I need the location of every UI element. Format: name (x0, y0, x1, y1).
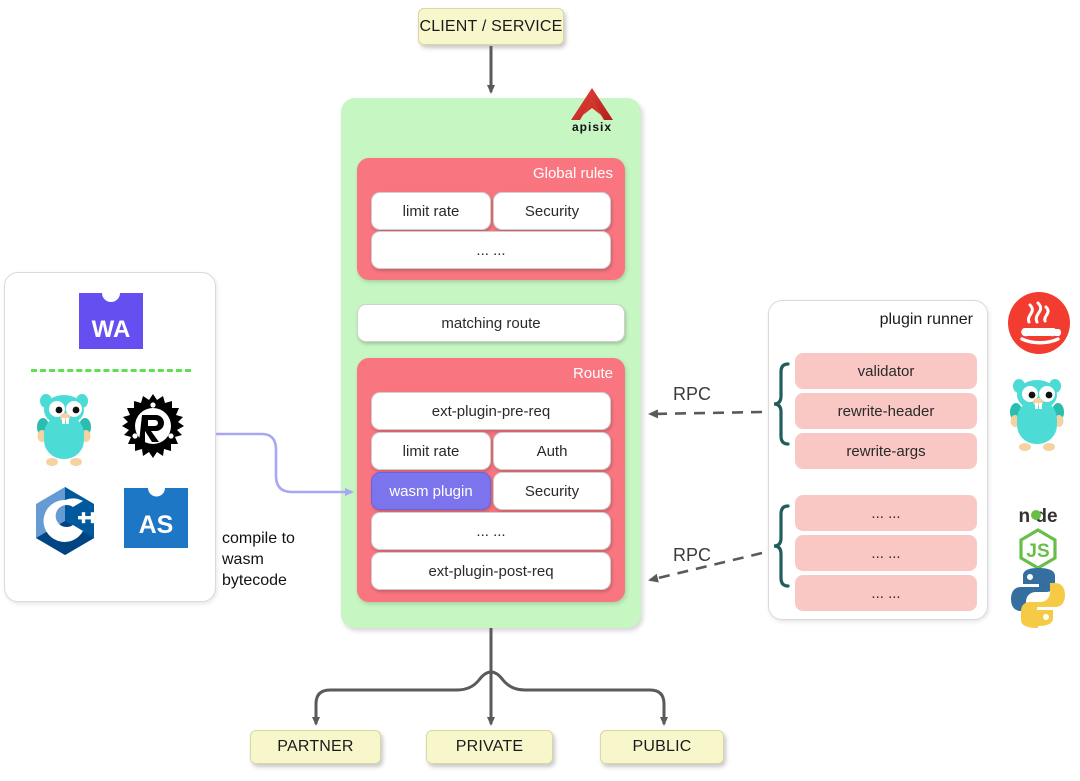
plugin-label: ext-plugin-pre-req (431, 402, 551, 420)
plugin-label: ... ... (871, 504, 901, 522)
plugin-label: validator (857, 362, 915, 380)
cpp-logo (31, 485, 99, 557)
global-rules-group: Global rules limit rate Security ... ... (357, 158, 625, 280)
svg-text:AS: AS (139, 511, 174, 539)
plugin-label: ... ... (476, 522, 506, 540)
runner-plugin-more-2[interactable]: ... ... (795, 535, 977, 571)
plugin-label: ... ... (476, 241, 506, 259)
arrow-wasm-compile (216, 432, 354, 496)
client-service-box[interactable]: CLIENT / SERVICE (418, 8, 564, 45)
assemblyscript-logo: AS (121, 485, 191, 551)
plugin-label: ... ... (871, 544, 901, 562)
route-title: Route (572, 365, 613, 382)
python-logo (1008, 566, 1068, 628)
plugin-label: Security (524, 202, 580, 220)
runner-plugin-more-3[interactable]: ... ... (795, 575, 977, 611)
runner-plugin-rewrite-header[interactable]: rewrite-header (795, 393, 977, 429)
runner-plugin-validator[interactable]: validator (795, 353, 977, 389)
apisix-logo: apisix (549, 86, 635, 134)
golang-logo (1006, 378, 1068, 452)
plugin-label: wasm plugin (389, 482, 473, 500)
golang-logo (33, 393, 95, 467)
svg-text:JS: JS (1026, 541, 1049, 562)
route-plugin-more[interactable]: ... ... (371, 512, 611, 550)
rust-logo (118, 393, 188, 463)
apisix-gateway-container: apisix Global rules limit rate Security … (341, 88, 641, 628)
global-plugin-security[interactable]: Security (493, 192, 611, 230)
route-plugin-ext-plugin-post-req[interactable]: ext-plugin-post-req (371, 552, 611, 590)
plugin-label: limit rate (402, 442, 460, 460)
plugin-runner-title: plugin runner (879, 311, 973, 328)
runner-plugin-rewrite-args[interactable]: rewrite-args (795, 433, 977, 469)
destination-label: PRIVATE (455, 738, 524, 755)
java-logo (1006, 290, 1072, 356)
rpc-label-upper: RPC (673, 384, 712, 404)
route-plugin-auth[interactable]: Auth (493, 432, 611, 470)
matching-route-label: matching route (441, 314, 541, 332)
route-plugin-security[interactable]: Security (493, 472, 611, 510)
matching-route-box[interactable]: matching route (357, 304, 625, 342)
client-service-label: CLIENT / SERVICE (419, 17, 563, 35)
plugin-label: ... ... (871, 584, 901, 602)
plugin-label: rewrite-args (846, 442, 926, 460)
webassembly-logo: WA (75, 289, 147, 353)
route-plugin-ext-plugin-pre-req[interactable]: ext-plugin-pre-req (371, 392, 611, 430)
route-plugin-limit-rate[interactable]: limit rate (371, 432, 491, 470)
plugin-label: Auth (536, 442, 568, 460)
arrow-rpc-upper (648, 409, 763, 419)
plugin-label: ext-plugin-post-req (428, 562, 554, 580)
global-rules-title: Global rules (532, 165, 613, 182)
compile-caption: compile to wasm bytecode (222, 530, 295, 589)
plugin-label: Security (524, 482, 580, 500)
plugin-label: rewrite-header (837, 402, 935, 420)
plugin-label: limit rate (402, 202, 460, 220)
global-plugin-more[interactable]: ... ... (371, 231, 611, 269)
route-plugin-wasm-plugin[interactable]: wasm plugin (371, 472, 491, 510)
route-group: Route ext-plugin-pre-req limit rate Auth… (357, 358, 625, 602)
runner-plugin-more-1[interactable]: ... ... (795, 495, 977, 531)
destination-label: PARTNER (277, 738, 354, 755)
nodejs-logo: n de JS (1003, 502, 1073, 570)
wasm-languages-card: WA AS (4, 272, 216, 602)
global-plugin-limit-rate[interactable]: limit rate (371, 192, 491, 230)
diagram-canvas: CLIENT / SERVICE apisix Global rules lim… (0, 0, 1080, 781)
svg-text:apisix: apisix (572, 120, 612, 134)
destination-private[interactable]: PRIVATE (426, 730, 553, 764)
plugin-runner-card: plugin runner validator rewrite-header r… (768, 300, 988, 620)
svg-text:WA: WA (92, 316, 131, 343)
arrow-gateway-to-destinations (312, 628, 668, 726)
rpc-label-lower: RPC (673, 545, 712, 565)
destination-partner[interactable]: PARTNER (250, 730, 381, 764)
divider (31, 369, 191, 372)
destination-public[interactable]: PUBLIC (600, 730, 724, 764)
destination-label: PUBLIC (632, 738, 692, 755)
